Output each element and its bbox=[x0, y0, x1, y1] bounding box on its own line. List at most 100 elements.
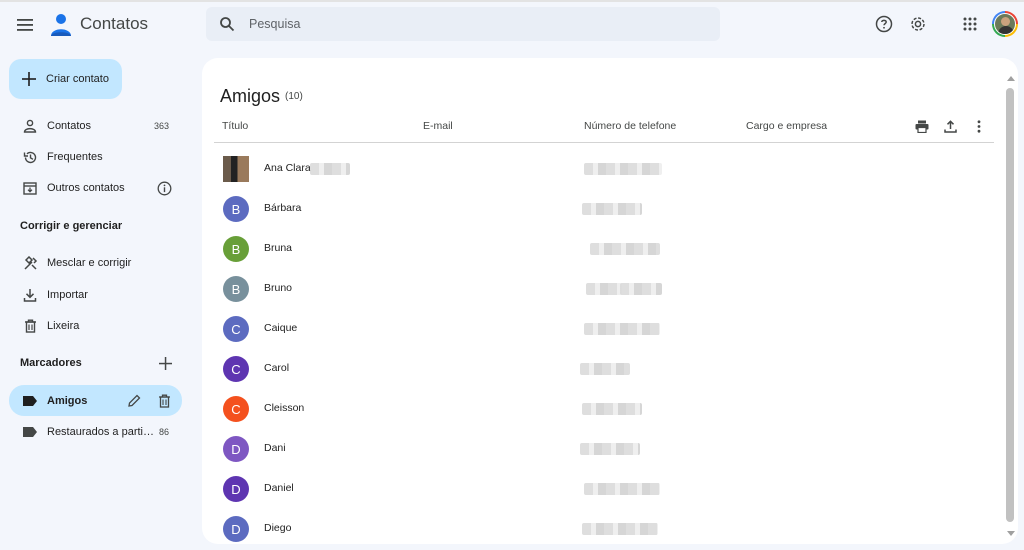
column-header-phone[interactable]: Número de telefone bbox=[584, 120, 676, 132]
sidebar-item-frequent[interactable]: Frequentes bbox=[9, 142, 182, 172]
export-icon bbox=[943, 119, 957, 133]
contacts-logo-icon bbox=[51, 14, 71, 36]
label-icon bbox=[22, 424, 38, 440]
table-row[interactable]: B Bárbara bbox=[214, 188, 994, 228]
table-row[interactable]: Ana Clara bbox=[214, 148, 994, 188]
table-row[interactable]: C Carol bbox=[214, 348, 994, 388]
search-icon[interactable] bbox=[219, 16, 235, 32]
avatar: C bbox=[223, 316, 249, 342]
redacted-phone-number bbox=[586, 283, 622, 295]
contact-name: Daniel bbox=[264, 482, 294, 494]
apps-button[interactable] bbox=[960, 14, 980, 34]
plus-icon bbox=[158, 356, 172, 370]
label-count: 86 bbox=[158, 427, 169, 437]
table-row[interactable]: D Daniel bbox=[214, 468, 994, 508]
redacted-phone-number bbox=[584, 163, 662, 175]
header-divider bbox=[214, 142, 994, 143]
settings-button[interactable] bbox=[908, 14, 928, 34]
table-row[interactable]: B Bruna bbox=[214, 228, 994, 268]
contact-name: Bárbara bbox=[264, 202, 302, 214]
contact-name: Dani bbox=[264, 442, 286, 454]
contact-name: Diego bbox=[264, 522, 292, 534]
redacted-phone-number bbox=[584, 483, 660, 495]
sidebar-item-merge[interactable]: Mesclar e corrigir bbox=[9, 248, 182, 278]
more-vert-icon bbox=[977, 119, 981, 133]
table-row[interactable]: C Caique bbox=[214, 308, 994, 348]
sidebar-item-label: Restaurados a parti… bbox=[47, 426, 154, 438]
contact-name: Cleisson bbox=[264, 402, 305, 414]
page-title: Amigos bbox=[220, 86, 281, 106]
export-button[interactable] bbox=[942, 118, 958, 134]
redacted-phone-number bbox=[590, 243, 660, 255]
contact-count: (10) bbox=[285, 91, 303, 102]
archive-icon bbox=[22, 180, 38, 196]
column-header-email[interactable]: E-mail bbox=[423, 120, 453, 132]
sidebar-item-import[interactable]: Importar bbox=[9, 280, 182, 310]
add-label-button[interactable] bbox=[157, 355, 173, 371]
search-input[interactable]: Pesquisa bbox=[249, 17, 300, 31]
sidebar-item-label: Outros contatos bbox=[47, 182, 125, 194]
download-icon bbox=[22, 287, 38, 303]
contact-list-panel: Amigos (10) Título E-mail Número de tele… bbox=[202, 58, 1018, 544]
table-row[interactable]: C Cleisson bbox=[214, 388, 994, 428]
contact-name: Bruno bbox=[264, 282, 293, 294]
sidebar-item-label: Mesclar e corrigir bbox=[47, 257, 132, 269]
vertical-scrollbar[interactable] bbox=[1004, 74, 1016, 544]
contact-name: Ana Clara bbox=[264, 162, 311, 174]
settings-icon bbox=[911, 17, 925, 31]
table-row[interactable]: B Bruno bbox=[214, 268, 994, 308]
redacted-phone-number bbox=[620, 283, 662, 295]
print-button[interactable] bbox=[914, 118, 930, 134]
help-button[interactable] bbox=[874, 14, 894, 34]
trash-icon bbox=[22, 318, 38, 334]
history-icon bbox=[22, 149, 38, 165]
avatar: B bbox=[223, 196, 249, 222]
scroll-up-arrow-icon[interactable] bbox=[1007, 76, 1015, 81]
table-row[interactable]: D Dani bbox=[214, 428, 994, 468]
more-options-button[interactable] bbox=[971, 118, 987, 134]
plus-icon bbox=[22, 72, 36, 86]
edit-label-icon[interactable] bbox=[126, 393, 142, 409]
print-icon bbox=[915, 120, 929, 133]
sidebar-item-label-amigos[interactable]: Amigos bbox=[9, 385, 182, 416]
main-menu-button[interactable] bbox=[12, 12, 38, 38]
redacted-phone-number bbox=[582, 523, 658, 535]
sidebar-item-label: Amigos bbox=[47, 394, 88, 407]
scroll-down-arrow-icon[interactable] bbox=[1007, 531, 1015, 536]
contact-name: Bruna bbox=[264, 242, 293, 254]
sidebar-item-label: Importar bbox=[47, 289, 88, 301]
menu-icon bbox=[17, 19, 33, 31]
avatar: D bbox=[223, 516, 249, 542]
sidebar-item-other-contacts[interactable]: Outros contatos bbox=[9, 173, 182, 203]
app-title[interactable]: Contatos bbox=[80, 14, 148, 34]
sidebar-item-contacts[interactable]: Contatos 363 bbox=[9, 111, 182, 141]
table-row[interactable]: D Diego bbox=[214, 508, 994, 544]
sidebar-item-trash[interactable]: Lixeira bbox=[9, 311, 182, 341]
avatar: C bbox=[223, 396, 249, 422]
delete-label-icon[interactable] bbox=[156, 393, 172, 409]
help-icon bbox=[875, 15, 893, 33]
sidebar-item-label-restored[interactable]: Restaurados a parti… 86 bbox=[9, 417, 182, 447]
redacted-phone-number bbox=[580, 443, 640, 455]
contact-name: Carol bbox=[264, 362, 290, 374]
info-icon[interactable] bbox=[156, 180, 172, 196]
create-contact-button[interactable]: Criar contato bbox=[9, 59, 122, 99]
account-avatar[interactable] bbox=[992, 11, 1018, 37]
section-labels-title: Marcadores bbox=[20, 357, 82, 369]
avatar-photo bbox=[994, 13, 1016, 35]
search-bar[interactable]: Pesquisa bbox=[206, 7, 720, 41]
merge-icon bbox=[22, 255, 38, 271]
column-header-name[interactable]: Título bbox=[222, 120, 248, 132]
apps-icon bbox=[963, 17, 977, 31]
scrollbar-thumb[interactable] bbox=[1006, 88, 1014, 522]
avatar: B bbox=[223, 276, 249, 302]
avatar: D bbox=[223, 476, 249, 502]
sidebar-item-label: Contatos bbox=[47, 120, 92, 132]
sidebar-item-label: Frequentes bbox=[47, 151, 103, 163]
column-header-job[interactable]: Cargo e empresa bbox=[746, 120, 827, 132]
avatar: B bbox=[223, 236, 249, 262]
redacted-surname bbox=[310, 163, 350, 175]
label-icon bbox=[22, 393, 38, 409]
avatar bbox=[223, 156, 249, 182]
redacted-phone-number bbox=[582, 203, 642, 215]
